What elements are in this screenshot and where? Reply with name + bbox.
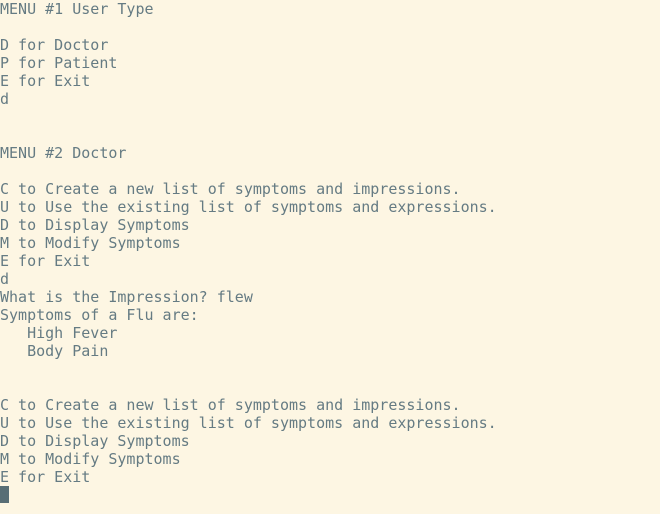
menu2-option-exit: E for Exit bbox=[0, 252, 91, 270]
terminal-window[interactable]: MENU #1 User Type D for Doctor P for Pat… bbox=[0, 0, 660, 514]
menu2-option-modify: M to Modify Symptoms bbox=[0, 450, 181, 468]
user-input-line: d bbox=[0, 270, 10, 288]
menu2-option-exit: E for Exit bbox=[0, 468, 91, 486]
symptoms-heading: Symptoms of a Flu are: bbox=[0, 306, 199, 324]
menu2-option-use: U to Use the existing list of symptoms a… bbox=[0, 414, 497, 432]
impression-prompt: What is the Impression? flew bbox=[0, 288, 253, 306]
menu2-option-create: C to Create a new list of symptoms and i… bbox=[0, 180, 461, 198]
text-cursor bbox=[0, 486, 9, 503]
menu2-option-use: U to Use the existing list of symptoms a… bbox=[0, 198, 497, 216]
symptom-item: Body Pain bbox=[0, 342, 109, 360]
menu1-option-exit: E for Exit bbox=[0, 72, 91, 90]
menu2-title: MENU #2 Doctor bbox=[0, 144, 127, 162]
user-input-line: d bbox=[0, 90, 10, 108]
menu2-option-create: C to Create a new list of symptoms and i… bbox=[0, 396, 461, 414]
symptom-item: High Fever bbox=[0, 324, 118, 342]
menu1-option-doctor: D for Doctor bbox=[0, 36, 109, 54]
menu2-option-display: D to Display Symptoms bbox=[0, 432, 190, 450]
menu2-option-modify: M to Modify Symptoms bbox=[0, 234, 181, 252]
menu1-title: MENU #1 User Type bbox=[0, 0, 154, 18]
menu1-option-patient: P for Patient bbox=[0, 54, 118, 72]
prompt-line[interactable] bbox=[0, 486, 660, 504]
menu2-option-display: D to Display Symptoms bbox=[0, 216, 190, 234]
